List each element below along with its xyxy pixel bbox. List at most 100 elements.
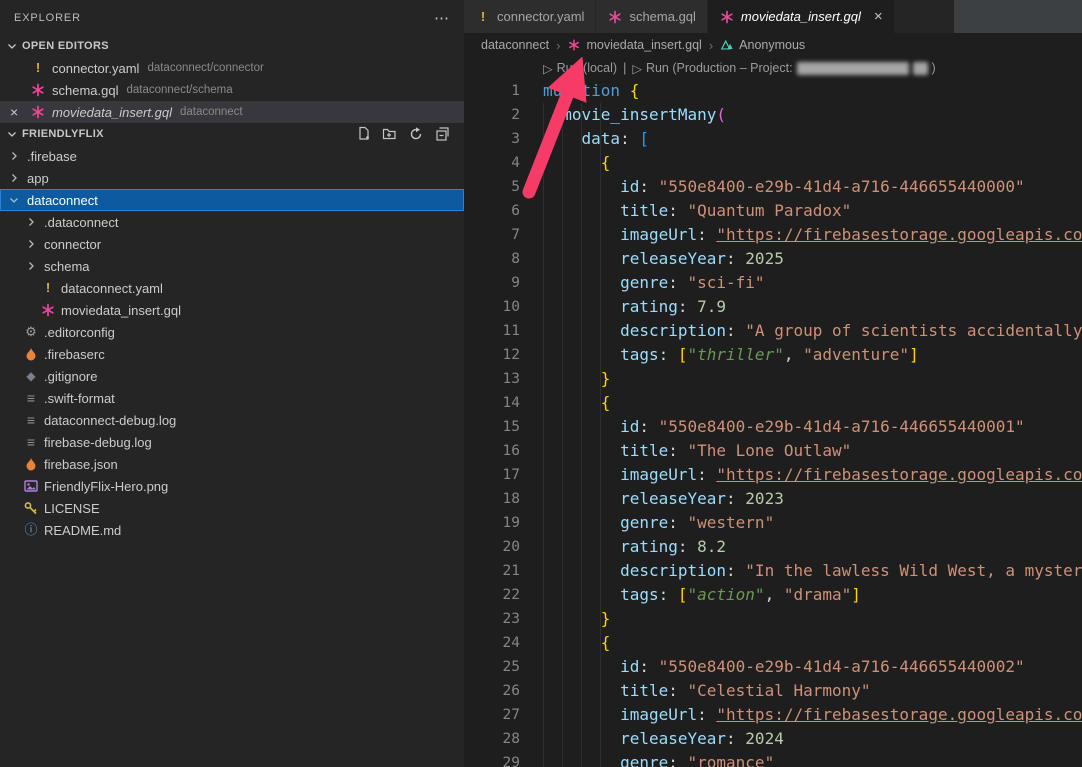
vscode-window: EXPLORER ⋯ OPEN EDITORS !connector.yamld… — [0, 0, 1082, 767]
code-line[interactable]: title: "The Lone Outlaw" — [543, 439, 1082, 463]
tree-folder[interactable]: dataconnect — [0, 189, 464, 211]
code-line[interactable]: description: "A group of scientists acci… — [543, 319, 1082, 343]
tree-folder[interactable]: .dataconnect — [0, 211, 464, 233]
close-icon[interactable]: × — [10, 101, 18, 123]
code-line[interactable]: id: "550e8400-e29b-41d4-a716-44665544000… — [543, 655, 1082, 679]
tree-folder[interactable]: .firebase — [0, 145, 464, 167]
close-icon[interactable]: × — [874, 8, 883, 25]
code-line[interactable]: genre: "western" — [543, 511, 1082, 535]
tree-file[interactable]: moviedata_insert.gql — [0, 299, 464, 321]
code-line[interactable]: rating: 8.2 — [543, 535, 1082, 559]
line-number: 28 — [464, 727, 520, 751]
run-local-button[interactable]: ▷ Run (local) — [543, 61, 617, 76]
code-line[interactable]: movie_insertMany( — [543, 103, 1082, 127]
code-line[interactable]: tags: ["action", "drama"] — [543, 583, 1082, 607]
collapse-all-icon[interactable] — [434, 126, 450, 142]
yaml-icon: ! — [40, 280, 56, 296]
code-line[interactable]: tags: ["thriller", "adventure"] — [543, 343, 1082, 367]
code-line[interactable]: title: "Celestial Harmony" — [543, 679, 1082, 703]
flame-icon — [23, 456, 39, 472]
line-number: 25 — [464, 655, 520, 679]
code-line[interactable]: } — [543, 607, 1082, 631]
line-number: 3 — [464, 127, 520, 151]
tree-file[interactable]: ⚙.editorconfig — [0, 321, 464, 343]
line-number: 22 — [464, 583, 520, 607]
code-line[interactable]: data: [ — [543, 127, 1082, 151]
breadcrumb-separator: › — [709, 38, 713, 53]
open-editor-item[interactable]: !connector.yamldataconnect/connector — [0, 57, 464, 79]
line-number: 11 — [464, 319, 520, 343]
explorer-header: EXPLORER ⋯ — [0, 0, 464, 35]
workspace-section-header[interactable]: FRIENDLYFLIX — [0, 123, 464, 145]
open-editors-label: OPEN EDITORS — [22, 40, 109, 52]
tree-file[interactable]: ⓘREADME.md — [0, 519, 464, 541]
line-number: 6 — [464, 199, 520, 223]
graphql-icon — [567, 38, 581, 52]
open-editor-item[interactable]: ×moviedata_insert.gqldataconnect — [0, 101, 464, 123]
code-line[interactable]: description: "In the lawless Wild West, … — [543, 559, 1082, 583]
tree-file[interactable]: ≡.swift-format — [0, 387, 464, 409]
code-line[interactable]: releaseYear: 2025 — [543, 247, 1082, 271]
line-number: 21 — [464, 559, 520, 583]
tree-file[interactable]: FriendlyFlix-Hero.png — [0, 475, 464, 497]
breadcrumb-symbol[interactable]: Anonymous — [720, 38, 805, 52]
breadcrumbs: dataconnect › moviedata_insert.gql › Ano… — [464, 33, 1082, 57]
workspace-actions — [356, 126, 464, 142]
line-number: 4 — [464, 151, 520, 175]
tree-file[interactable]: .firebaserc — [0, 343, 464, 365]
graphql-icon — [30, 104, 46, 120]
new-folder-icon[interactable] — [382, 126, 398, 142]
line-number: 14 — [464, 391, 520, 415]
code-line[interactable]: genre: "romance" — [543, 751, 1082, 767]
new-file-icon[interactable] — [356, 126, 372, 142]
line-number: 16 — [464, 439, 520, 463]
line-number: 19 — [464, 511, 520, 535]
open-editors-list: !connector.yamldataconnect/connectorsche… — [0, 57, 464, 123]
chevron-down-icon — [4, 126, 20, 142]
tab[interactable]: moviedata_insert.gql× — [708, 0, 895, 33]
code-line[interactable]: mutation { — [543, 79, 1082, 103]
indent-guide — [562, 103, 563, 767]
tab[interactable]: schema.gql — [596, 0, 707, 33]
explorer-sidebar: EXPLORER ⋯ OPEN EDITORS !connector.yamld… — [0, 0, 464, 767]
code-line[interactable]: { — [543, 631, 1082, 655]
yaml-icon: ! — [30, 60, 46, 76]
code-line[interactable]: { — [543, 391, 1082, 415]
code-line[interactable]: rating: 7.9 — [543, 295, 1082, 319]
code-line[interactable]: { — [543, 151, 1082, 175]
code-line[interactable]: imageUrl: "https://firebasestorage.googl… — [543, 703, 1082, 727]
run-production-button[interactable]: ▷ Run (Production – Project: ) — [632, 61, 935, 76]
editor-group: !connector.yamlschema.gqlmoviedata_inser… — [464, 0, 1082, 767]
chevron-down-icon — [4, 38, 20, 54]
tree-file[interactable]: LICENSE — [0, 497, 464, 519]
code-line[interactable]: genre: "sci-fi" — [543, 271, 1082, 295]
code-line[interactable]: id: "550e8400-e29b-41d4-a716-44665544000… — [543, 175, 1082, 199]
code-lines[interactable]: mutation { movie_insertMany( data: [ { i… — [543, 79, 1082, 767]
tree-file[interactable]: !dataconnect.yaml — [0, 277, 464, 299]
code-line[interactable]: imageUrl: "https://firebasestorage.googl… — [543, 223, 1082, 247]
line-number: 9 — [464, 271, 520, 295]
code-line[interactable]: } — [543, 367, 1082, 391]
code-line[interactable]: title: "Quantum Paradox" — [543, 199, 1082, 223]
open-editors-section-header[interactable]: OPEN EDITORS — [0, 35, 464, 57]
refresh-icon[interactable] — [408, 126, 424, 142]
tree-file[interactable]: ◆.gitignore — [0, 365, 464, 387]
tab[interactable]: !connector.yaml — [464, 0, 596, 33]
tree-folder[interactable]: app — [0, 167, 464, 189]
open-editor-item[interactable]: schema.gqldataconnect/schema — [0, 79, 464, 101]
yaml-icon: ! — [475, 9, 491, 25]
code-line[interactable]: releaseYear: 2023 — [543, 487, 1082, 511]
tree-folder[interactable]: schema — [0, 255, 464, 277]
tree-file[interactable]: ≡dataconnect-debug.log — [0, 409, 464, 431]
indent-guide — [543, 103, 544, 767]
code-line[interactable]: releaseYear: 2024 — [543, 727, 1082, 751]
breadcrumb-folder[interactable]: dataconnect — [481, 38, 549, 52]
tree-folder[interactable]: connector — [0, 233, 464, 255]
code-line[interactable]: id: "550e8400-e29b-41d4-a716-44665544000… — [543, 415, 1082, 439]
breadcrumb-file[interactable]: moviedata_insert.gql — [567, 38, 701, 52]
line-number: 8 — [464, 247, 520, 271]
tree-file[interactable]: ≡firebase-debug.log — [0, 431, 464, 453]
code-line[interactable]: imageUrl: "https://firebasestorage.googl… — [543, 463, 1082, 487]
tree-file[interactable]: firebase.json — [0, 453, 464, 475]
more-actions-icon[interactable]: ⋯ — [434, 9, 450, 27]
